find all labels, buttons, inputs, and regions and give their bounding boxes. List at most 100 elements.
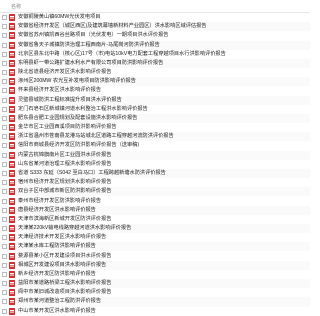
file-row[interactable]: 信阳市商城县经济开发区防洪影响评价报告（送审稿) bbox=[0, 141, 310, 150]
file-row[interactable]: 浙江省温州市苍南县龙港马站城北区道路工程穿越河流防洪评价报告 bbox=[0, 132, 310, 142]
file-name[interactable]: 内蒙古杭锦旗南片区工业园洪水评价报告 bbox=[18, 151, 111, 160]
file-row[interactable]: 唐县经济开发区洪水影响评价报告 bbox=[0, 205, 310, 215]
row-checkbox[interactable] bbox=[2, 152, 7, 158]
file-name[interactable]: 天津市滨海新区新城开发区防洪评价报告 bbox=[18, 215, 111, 224]
file-row[interactable]: 天津市滨海新区新城开发区防洪评价报告 bbox=[0, 215, 310, 224]
file-name[interactable]: 唐县经济开发区洪水影响评价报告 bbox=[18, 206, 96, 215]
row-checkbox[interactable] bbox=[2, 33, 7, 39]
row-checkbox[interactable] bbox=[2, 281, 7, 287]
row-checkbox[interactable] bbox=[2, 262, 7, 268]
row-checkbox[interactable] bbox=[2, 125, 7, 131]
row-checkbox[interactable] bbox=[2, 51, 7, 57]
file-name[interactable]: 北京区县东北中路（核心区)17号（市)电站10kV电力配套工程穿越项目水行洪影响… bbox=[18, 50, 226, 59]
file-name[interactable]: 安徽省苏州镇凯西谷丝路项目（光伏发电）一期项目洪水评价报告 bbox=[18, 31, 168, 40]
file-name[interactable]: 中山市某开发区洪水影响评价报告 bbox=[18, 307, 96, 316]
row-checkbox[interactable] bbox=[2, 134, 7, 140]
file-name[interactable]: 相城区开发建设项目洪水影响评价报告 bbox=[18, 261, 106, 270]
file-name[interactable]: 阆中市某旧城改造项目洪水影响评价报告 bbox=[18, 288, 111, 297]
row-checkbox[interactable] bbox=[2, 290, 7, 296]
file-name[interactable]: 山东省某河道治理工程洪水影响评价报告 bbox=[18, 160, 111, 169]
file-name[interactable]: 天津经济技术开发区洪水影响评价报告 bbox=[18, 233, 106, 242]
row-checkbox[interactable] bbox=[2, 171, 7, 176]
row-checkbox[interactable] bbox=[2, 299, 7, 305]
file-row[interactable]: 天津经济技术开发区洪水影响评价报告 bbox=[0, 233, 310, 242]
row-checkbox[interactable] bbox=[2, 189, 7, 195]
file-row[interactable]: 安徽省苏州镇凯西谷丝路项目（光伏发电）一期项目洪水评价报告 bbox=[0, 31, 310, 40]
file-name[interactable]: 天津某220kV输电线路穿越河道洪水影响评价报告 bbox=[18, 224, 131, 233]
file-name[interactable]: 浙江省温州市苍南县龙港马站城北区道路工程穿越河流防洪评价报告 bbox=[18, 132, 174, 141]
file-name[interactable]: 新乡经济开发区防洪影响评价报告 bbox=[18, 270, 96, 279]
file-name[interactable]: 定门石皂石区新城镇河道水利整治工程洪水影响评价报告 bbox=[18, 105, 148, 114]
file-name[interactable]: 安徽省经济开发区（城区西区)及建筑幕墙新材料产业园区）洪水影响区域评估报告 bbox=[18, 22, 206, 31]
file-name[interactable]: 天津某水库工程防洪影响评价报告 bbox=[18, 242, 96, 251]
file-row[interactable]: 涿州区200MW 农光互补发电项目防洪影响评价报告 bbox=[0, 77, 310, 87]
row-checkbox[interactable] bbox=[2, 161, 7, 167]
row-checkbox[interactable] bbox=[2, 207, 7, 213]
row-checkbox[interactable] bbox=[2, 180, 7, 186]
file-row[interactable]: 省道 S333 东延（S042 至白马口）工程跨越新塘水防洪评价报告 bbox=[0, 168, 310, 179]
file-row[interactable]: 泰州市经济开发区防洪影响评价报告 bbox=[0, 196, 310, 205]
file-row[interactable]: 肥东县合肥工业园规划及配套设施洪水影响评价报告 bbox=[0, 113, 310, 124]
file-row[interactable]: 宿州市经济开发区规划洪水影响评价报告 bbox=[0, 178, 310, 187]
file-row[interactable]: 北京区县东北中路（核心区)17号（市)电站10kV电力配套工程穿越项目水行洪影响… bbox=[0, 50, 310, 59]
row-checkbox[interactable] bbox=[2, 235, 7, 241]
row-checkbox[interactable] bbox=[2, 244, 7, 250]
row-checkbox[interactable] bbox=[2, 253, 7, 259]
row-checkbox[interactable] bbox=[2, 60, 7, 66]
row-checkbox[interactable] bbox=[2, 15, 7, 21]
row-checkbox[interactable] bbox=[2, 308, 7, 314]
file-name[interactable]: 陕北省道县经济开发区洪水影响评价报告 bbox=[18, 68, 111, 77]
file-row[interactable]: 安徽省经济开发区（城区西区)及建筑幕墙新材料产业园区）洪水影响区域评估报告 bbox=[0, 22, 310, 32]
file-name[interactable]: 信阳市商城县经济开发区防洪影响评价报告（送审稿) bbox=[18, 141, 139, 150]
row-checkbox[interactable] bbox=[2, 198, 7, 204]
file-name[interactable]: 金华市区工业园西溪项目防洪影响评价报告 bbox=[18, 123, 117, 132]
row-checkbox[interactable] bbox=[2, 216, 7, 222]
row-checkbox[interactable] bbox=[2, 70, 7, 76]
file-row[interactable]: 怀来县经济开发区洪水影响评价报告 bbox=[0, 86, 310, 95]
file-name[interactable]: 宿州市经济开发区规划洪水影响评价报告 bbox=[18, 178, 111, 187]
file-name[interactable]: 双台子区中部城市新区防洪影响评价报告 bbox=[18, 187, 111, 196]
file-name[interactable]: 涿州区200MW 农光互补发电项目防洪影响评价报告 bbox=[18, 77, 136, 86]
file-name[interactable]: 灵璧县城防洪工程标准提升项目洪水评价报告 bbox=[18, 96, 122, 105]
file-row[interactable]: 陕北省道县经济开发区洪水影响评价报告 bbox=[0, 68, 310, 77]
file-name[interactable]: 肥东县合肥工业园规划及配套设施洪水影响评价报告 bbox=[18, 114, 137, 123]
file-name[interactable]: 省道 S333 东延（S042 至白马口）工程跨越新塘水防洪评价报告 bbox=[18, 169, 166, 178]
file-row[interactable]: 郑州市某河道整治工程防洪评价报告 bbox=[0, 297, 310, 307]
file-name[interactable]: 东明县虾一带公路扩建水利水产有限公司项目防洪影响评价报告 bbox=[18, 59, 163, 68]
row-checkbox[interactable] bbox=[2, 24, 7, 30]
row-checkbox[interactable] bbox=[2, 143, 7, 149]
file-row[interactable]: 中山市某开发区洪水影响评价报告 bbox=[0, 307, 310, 316]
file-row[interactable]: 东明县虾一带公路扩建水利水产有限公司项目防洪影响评价报告 bbox=[0, 58, 310, 69]
file-row[interactable]: 双台子区中部城市新区防洪影响评价报告 bbox=[0, 187, 310, 197]
file-row[interactable]: 阆中市某旧城改造项目洪水影响评价报告 bbox=[0, 288, 310, 297]
file-row[interactable]: 内蒙古杭锦旗南片区工业园洪水评价报告 bbox=[0, 150, 310, 160]
file-row[interactable]: 益阳市某道路桥梁工程洪水影响评价报告 bbox=[0, 278, 310, 289]
file-row[interactable]: 定门石皂石区新城镇河道水利整治工程洪水影响评价报告 bbox=[0, 105, 310, 114]
file-row[interactable]: 金华市区工业园西溪项目防洪影响评价报告 bbox=[0, 123, 310, 132]
file-row[interactable]: 相城区开发建设项目洪水影响评价报告 bbox=[0, 260, 310, 270]
row-checkbox[interactable] bbox=[2, 106, 7, 112]
file-row[interactable]: 安徽省鲁天子城镇防洪治理工程西南片-马尾岗河防洪评价报告 bbox=[0, 40, 310, 50]
row-checkbox[interactable] bbox=[2, 79, 7, 85]
file-row[interactable]: 灵璧县城防洪工程标准提升项目洪水评价报告 bbox=[0, 95, 310, 105]
row-checkbox[interactable] bbox=[2, 226, 7, 232]
file-name[interactable]: 婺源县某小区开发建设项目洪水评价报告 bbox=[18, 252, 111, 261]
file-row[interactable]: 安徽铜陵黄山镇60MW光伏发电项目 bbox=[0, 13, 310, 22]
row-checkbox[interactable] bbox=[2, 97, 7, 103]
file-name[interactable]: 安徽铜陵黄山镇60MW光伏发电项目 bbox=[18, 13, 100, 22]
file-row[interactable]: 天津某水库工程防洪影响评价报告 bbox=[0, 242, 310, 252]
file-name[interactable]: 郑州市某河道整治工程防洪评价报告 bbox=[18, 297, 101, 306]
file-name[interactable]: 益阳市某道路桥梁工程洪水影响评价报告 bbox=[18, 279, 111, 288]
file-row[interactable]: 新乡经济开发区防洪影响评价报告 bbox=[0, 270, 310, 279]
file-name[interactable]: 安徽省鲁天子城镇防洪治理工程西南片-马尾岗河防洪评价报告 bbox=[18, 41, 160, 50]
file-name[interactable]: 怀来县经济开发区洪水影响评价报告 bbox=[18, 86, 101, 95]
row-checkbox[interactable] bbox=[2, 42, 7, 48]
row-checkbox[interactable] bbox=[2, 271, 7, 277]
file-row[interactable]: 山东省某河道治理工程洪水影响评价报告 bbox=[0, 160, 310, 169]
file-row[interactable]: 婺源县某小区开发建设项目洪水评价报告 bbox=[0, 251, 310, 260]
row-checkbox[interactable] bbox=[2, 88, 7, 94]
name-column-header[interactable]: 名称 bbox=[0, 3, 21, 10]
file-row[interactable]: 天津某220kV输电线路穿越河道洪水影响评价报告 bbox=[0, 223, 310, 234]
row-checkbox[interactable] bbox=[2, 115, 7, 121]
file-name[interactable]: 泰州市经济开发区防洪影响评价报告 bbox=[18, 197, 101, 206]
